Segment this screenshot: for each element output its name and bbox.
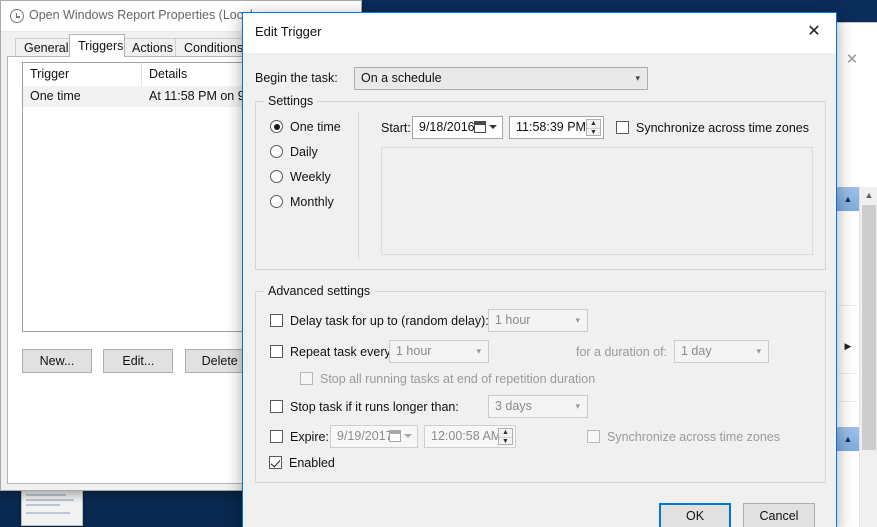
expire-checkbox[interactable]: Expire:	[270, 430, 329, 444]
expander-icon[interactable]: ▶	[837, 339, 859, 353]
clock-icon	[10, 9, 24, 23]
repeat-interval-value: 1 hour	[396, 344, 432, 358]
scroll-up-icon[interactable]: ▲	[860, 187, 877, 204]
actions-pane-list[interactable]: ▲ ▶ ▲	[836, 187, 859, 527]
chevron-down-icon: ▾	[635, 73, 640, 83]
radio-monthly[interactable]: Monthly	[270, 195, 334, 209]
stop-task-if-longer-checkbox[interactable]: Stop task if it runs longer than:	[270, 400, 459, 414]
settings-divider	[358, 111, 359, 259]
delay-task-checkbox[interactable]: Delay task for up to (random delay):	[270, 314, 489, 328]
time-spinner[interactable]: ▲ ▼	[586, 119, 601, 136]
edit-button[interactable]: Edit...	[103, 349, 174, 373]
start-date-value: 9/18/2016	[419, 120, 475, 134]
tab-actions[interactable]: Actions	[123, 38, 177, 57]
spinner-up-icon[interactable]: ▲	[587, 120, 600, 128]
start-date-input[interactable]: 9/18/2016	[412, 116, 503, 139]
ok-button[interactable]: OK	[659, 503, 731, 527]
cell-trigger: One time	[30, 89, 81, 103]
expire-date-value: 9/19/2017	[337, 429, 393, 443]
calendar-icon	[389, 430, 401, 442]
begin-task-row: Begin the task: On a schedule ▾	[255, 67, 824, 90]
close-icon[interactable]: ✕	[838, 49, 866, 71]
enabled-checkbox[interactable]: Enabled	[269, 456, 335, 470]
delay-duration-select[interactable]: 1 hour ▾	[488, 309, 588, 332]
stop-task-duration-select[interactable]: 3 days ▾	[488, 395, 588, 418]
expire-time-value: 12:00:58 AM	[431, 429, 502, 443]
stop-all-running-tasks-checkbox[interactable]: Stop all running tasks at end of repetit…	[300, 372, 595, 386]
expire-time-input[interactable]: 12:00:58 AM ▲ ▼	[424, 425, 516, 448]
scrollbar-thumb[interactable]	[862, 205, 876, 450]
triggers-button-row: New... Edit... Delete	[22, 349, 263, 373]
spinner-down-icon[interactable]: ▼	[587, 128, 600, 137]
expire-sync-time-zones-checkbox[interactable]: Synchronize across time zones	[587, 430, 780, 444]
expire-time-spinner[interactable]: ▲ ▼	[498, 428, 513, 445]
advanced-settings-group-label: Advanced settings	[264, 284, 375, 298]
chevron-down-icon: ▾	[476, 346, 481, 356]
begin-task-value: On a schedule	[361, 71, 442, 85]
actions-pane-item-bottom[interactable]: ▲	[837, 427, 859, 451]
begin-task-label: Begin the task:	[255, 71, 338, 85]
settings-group-label: Settings	[264, 94, 318, 108]
repeat-task-checkbox[interactable]: Repeat task every:	[270, 345, 394, 359]
actions-pane-item-top[interactable]: ▲	[837, 187, 859, 211]
cancel-button[interactable]: Cancel	[743, 503, 815, 527]
advanced-settings-group: Advanced settings Delay task for up to (…	[255, 284, 826, 483]
task-properties-title: Open Windows Report Properties (Local	[29, 8, 253, 22]
radio-weekly[interactable]: Weekly	[270, 170, 331, 184]
start-time-value: 11:58:39 PM	[516, 120, 586, 134]
calendar-icon	[474, 121, 486, 133]
repeat-duration-select[interactable]: 1 day ▾	[674, 340, 769, 363]
schedule-detail-panel	[381, 147, 813, 255]
chevron-down-icon[interactable]	[404, 434, 412, 438]
start-time-input[interactable]: 11:58:39 PM ▲ ▼	[509, 116, 604, 139]
new-button[interactable]: New...	[22, 349, 92, 373]
start-label: Start:	[381, 121, 411, 135]
tab-triggers[interactable]: Triggers	[69, 34, 125, 57]
radio-one-time[interactable]: One time	[270, 120, 341, 134]
settings-group: Settings One time Daily Weekly Monthly S…	[255, 94, 826, 270]
tab-conditions[interactable]: Conditions	[175, 38, 244, 57]
duration-label: for a duration of:	[576, 345, 668, 359]
chevron-down-icon: ▾	[575, 315, 580, 325]
close-icon[interactable]: ✕	[792, 13, 836, 51]
begin-task-select[interactable]: On a schedule ▾	[354, 67, 648, 90]
repeat-interval-select[interactable]: 1 hour ▾	[389, 340, 489, 363]
tab-general[interactable]: General	[15, 38, 71, 57]
stop-task-duration-value: 3 days	[495, 399, 532, 413]
screen: task scheduler ✕ ▲ ▶ ▲ ▲ ▼	[0, 0, 877, 527]
chevron-down-icon: ▾	[575, 401, 580, 411]
column-header-trigger[interactable]: Trigger	[23, 63, 142, 86]
chevron-down-icon[interactable]	[489, 125, 497, 129]
sync-time-zones-checkbox[interactable]: Synchronize across time zones	[616, 121, 809, 135]
chevron-down-icon: ▾	[756, 346, 761, 356]
spinner-down-icon[interactable]: ▼	[499, 437, 512, 446]
edit-trigger-titlebar: Edit Trigger ✕	[243, 13, 836, 53]
dialog-title: Edit Trigger	[255, 24, 322, 39]
edit-trigger-dialog[interactable]: Edit Trigger ✕ Begin the task: On a sche…	[242, 12, 837, 527]
expire-date-input[interactable]: 9/19/2017	[330, 425, 418, 448]
repeat-duration-value: 1 day	[681, 344, 712, 358]
radio-daily[interactable]: Daily	[270, 145, 318, 159]
delay-duration-value: 1 hour	[495, 313, 531, 327]
spinner-up-icon[interactable]: ▲	[499, 429, 512, 437]
vertical-scrollbar[interactable]: ▲ ▼	[859, 187, 877, 527]
